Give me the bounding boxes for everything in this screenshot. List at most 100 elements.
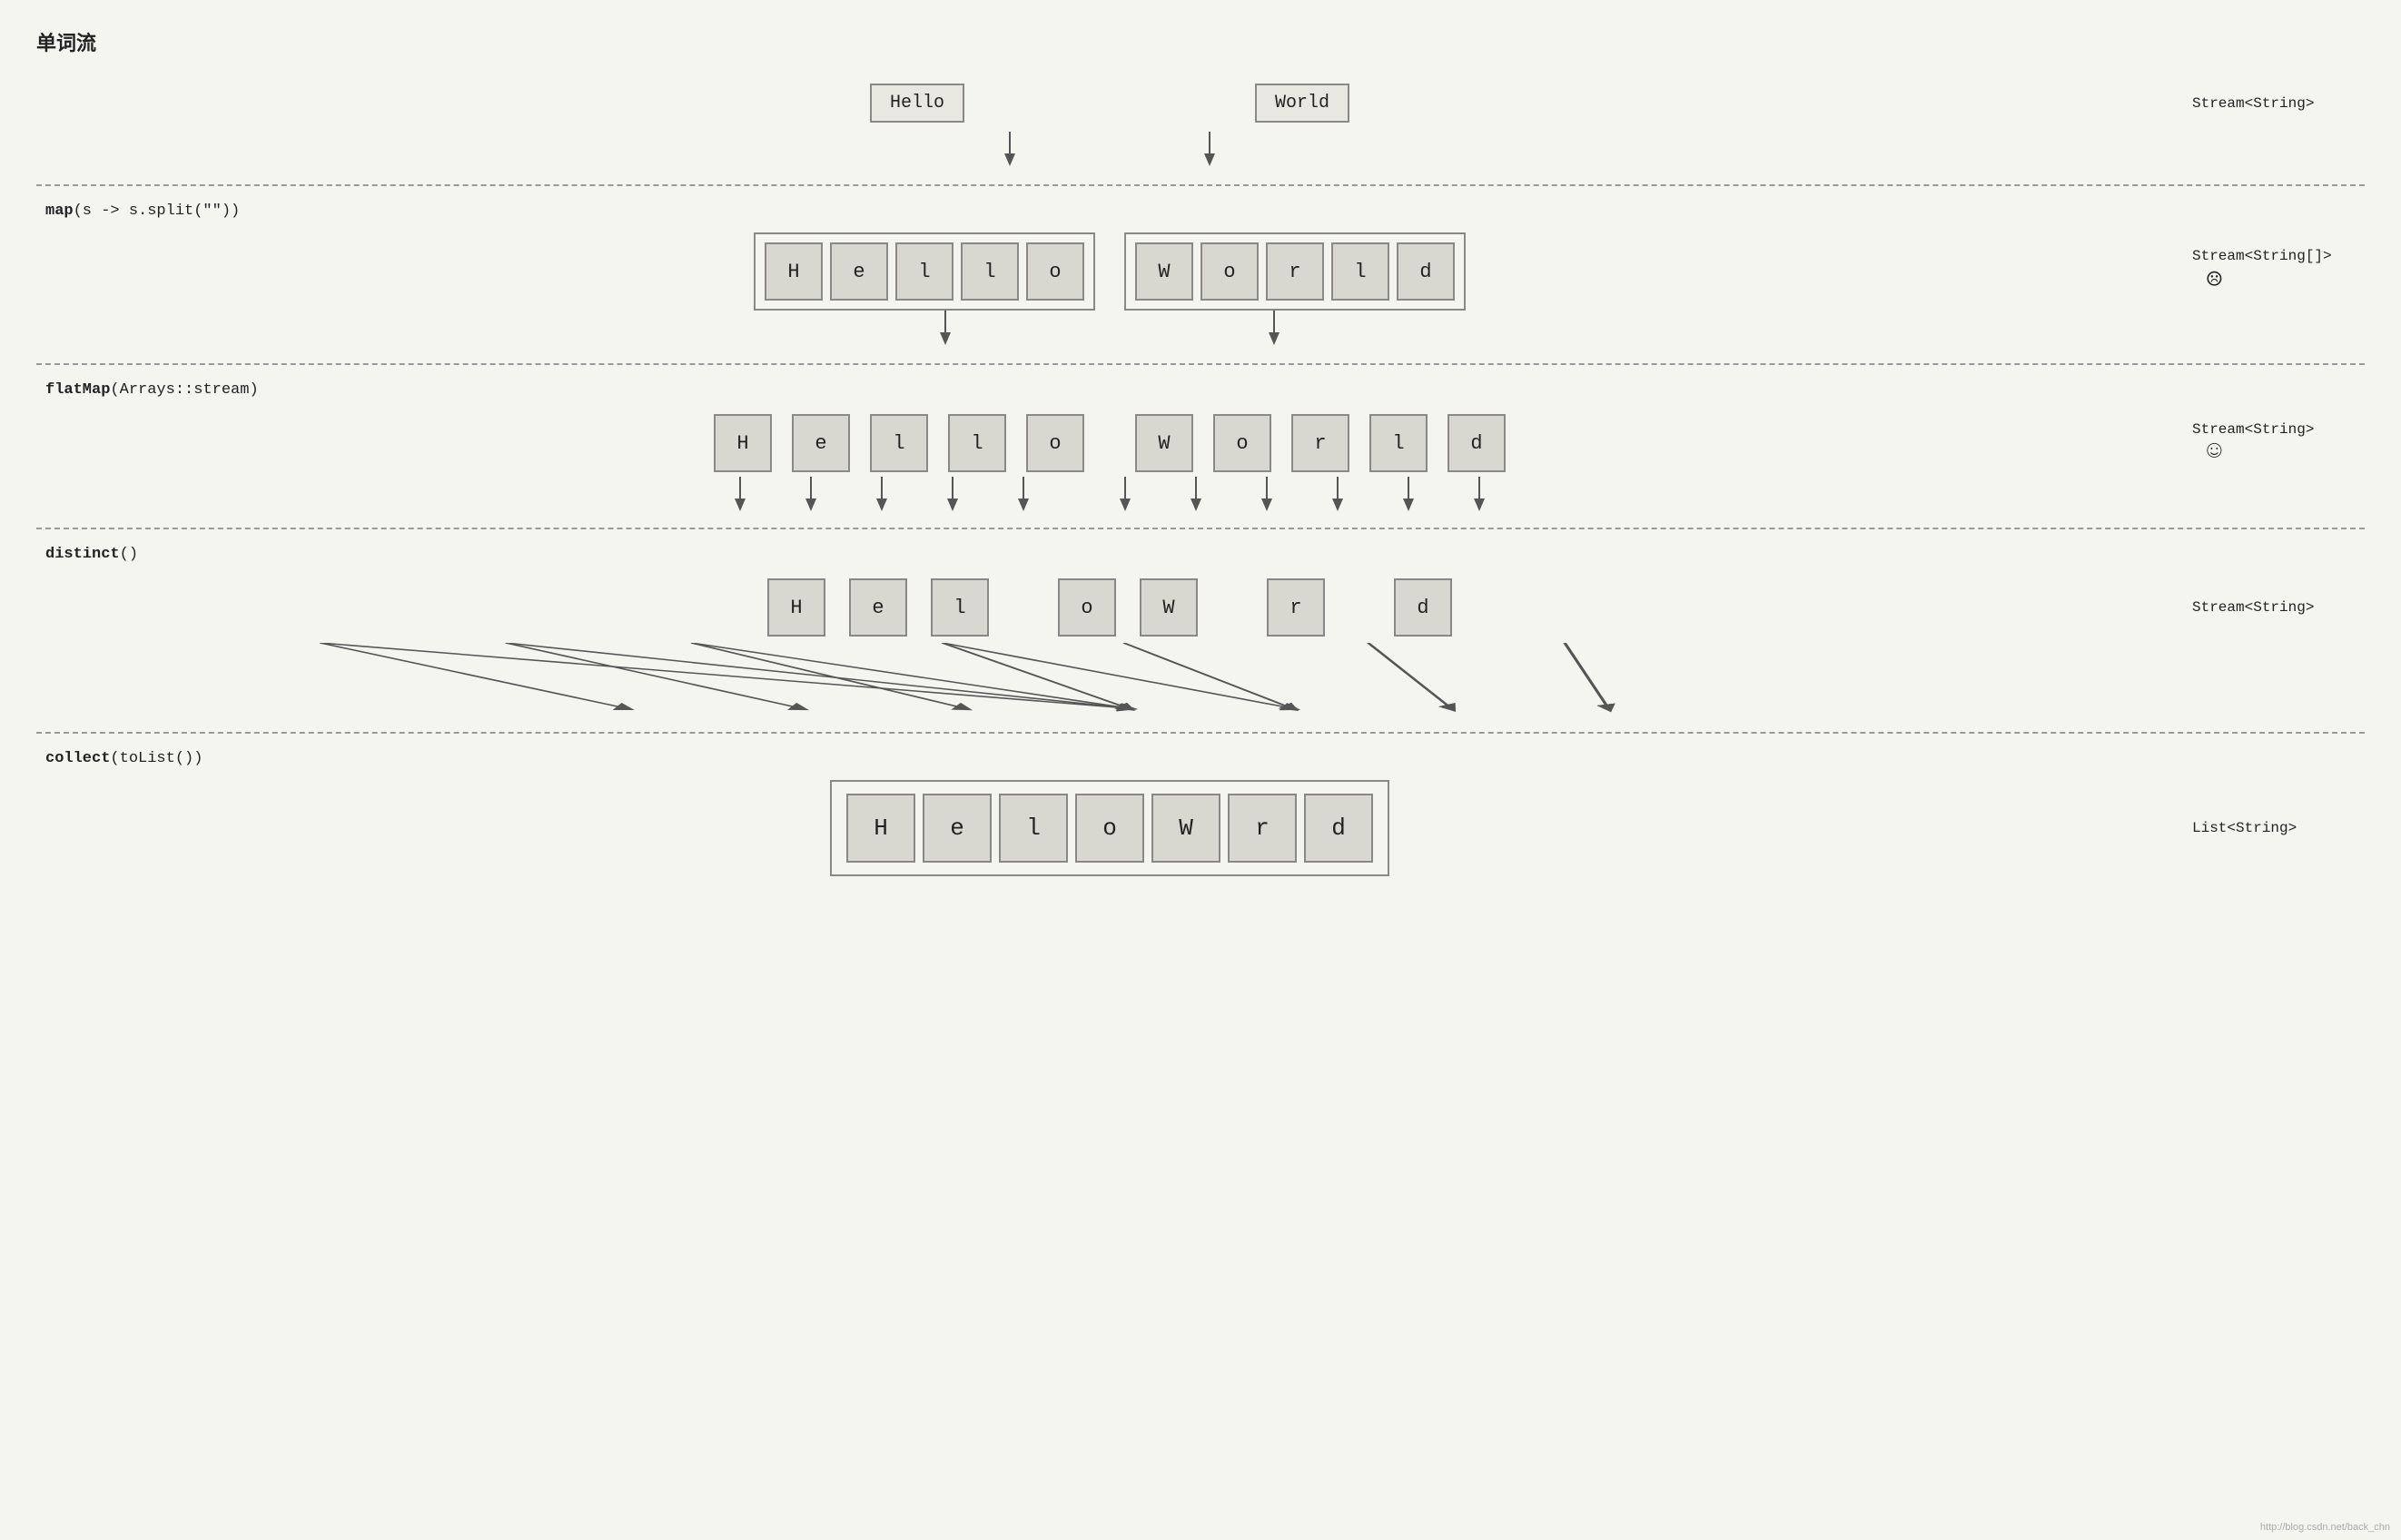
- top-section: Hello World Stream<String>: [36, 74, 2365, 168]
- collect-boxes-row: H e l o W r d List<String>: [36, 780, 2365, 876]
- letter-e-2: e: [792, 414, 850, 472]
- letter-H-2: H: [714, 414, 772, 472]
- flatmap-section: flatMap(Arrays::stream) H e l l o W o r …: [36, 381, 2365, 511]
- top-stream-label: Stream<String>: [2183, 95, 2365, 112]
- letter-d-3: d: [1394, 578, 1452, 637]
- separator-2: [36, 363, 2365, 365]
- map-arrows-content: [36, 311, 2183, 347]
- letter-d-4: d: [1304, 794, 1373, 863]
- letter-o-6: o: [1075, 794, 1144, 863]
- letter-o-1: o: [1026, 242, 1084, 301]
- letter-l-2: l: [961, 242, 1019, 301]
- map-args: (s -> s.split("")): [74, 202, 241, 220]
- arrow-hello: [983, 132, 1037, 168]
- map-stream-label: Stream<String[]> ☹: [2183, 248, 2365, 296]
- distinct-args: (): [120, 546, 138, 563]
- distinct-arrows-svg: [36, 643, 2001, 716]
- watermark: http://blog.csdn.net/back_chn: [2260, 1522, 2390, 1533]
- fa5: [994, 477, 1052, 511]
- map-boxes-row: H e l l o W o r l d Stream<S: [36, 232, 2365, 311]
- letter-l-1: l: [895, 242, 953, 301]
- top-words-container: Hello World: [36, 74, 2183, 132]
- page-title: 单词流: [36, 27, 2365, 56]
- arrow-world-2: [1247, 311, 1301, 347]
- separator-4: [36, 732, 2365, 734]
- letter-d-1: d: [1397, 242, 1455, 301]
- separator-3: [36, 528, 2365, 529]
- flatmap-arrows-row: [36, 475, 2365, 511]
- letter-H-1: H: [765, 242, 823, 301]
- flatmap-operation: flatMap(Arrays::stream): [45, 381, 2365, 399]
- world-group-box: W o r l d: [1124, 232, 1466, 311]
- map-keyword: map: [45, 202, 74, 220]
- letter-l-4: l: [870, 414, 928, 472]
- distinct-content: H e l o W r d: [36, 576, 2183, 639]
- letter-W-4: W: [1151, 794, 1220, 863]
- top-arrows: [983, 132, 1237, 168]
- fa3: [853, 477, 911, 511]
- letter-H-3: H: [767, 578, 825, 637]
- fa10: [1379, 477, 1438, 511]
- distinct-operation: distinct(): [45, 546, 2365, 563]
- fa1: [711, 477, 769, 511]
- letter-o-2: o: [1200, 242, 1259, 301]
- fa8: [1238, 477, 1296, 511]
- distinct-arrows-content: [36, 643, 2183, 716]
- diagram: 单词流 Hello World Stream<String>: [36, 27, 2365, 876]
- fa11: [1450, 477, 1508, 511]
- fa6: [1096, 477, 1154, 511]
- fa9: [1309, 477, 1367, 511]
- distinct-keyword: distinct: [45, 546, 120, 563]
- frown-emoji: ☹: [2207, 264, 2365, 296]
- fa2: [782, 477, 840, 511]
- letter-l-3: l: [1331, 242, 1389, 301]
- letter-r-2: r: [1291, 414, 1349, 472]
- top-arrows-row: [36, 132, 2365, 168]
- letter-r-4: r: [1228, 794, 1297, 863]
- flatmap-content: H e l l o W o r l d: [36, 411, 2183, 475]
- distinct-arrows-row: [36, 643, 2365, 716]
- letter-d-2: d: [1448, 414, 1506, 472]
- collect-operation: collect(toList()): [45, 750, 2365, 767]
- distinct-stream-label: Stream<String>: [2183, 599, 2365, 616]
- flatmap-multi-arrows: [711, 475, 1508, 511]
- letter-l-7: l: [931, 578, 989, 637]
- smile-emoji: ☺: [2207, 438, 2365, 466]
- letter-o-3: o: [1026, 414, 1084, 472]
- letter-o-5: o: [1058, 578, 1116, 637]
- letter-o-4: o: [1213, 414, 1271, 472]
- letter-l-5: l: [948, 414, 1006, 472]
- letter-H-4: H: [846, 794, 915, 863]
- map-content: H e l l o W o r l d: [36, 232, 2183, 311]
- top-arrows-content: [36, 132, 2183, 168]
- letter-W-3: W: [1140, 578, 1198, 637]
- map-section: map(s -> s.split("")) H e l l o W o r: [36, 202, 2365, 347]
- letter-e-1: e: [830, 242, 888, 301]
- flatmap-arrows-content: [36, 475, 2183, 511]
- distinct-section: distinct() H e l o W r d Stream<String>: [36, 546, 2365, 716]
- distinct-boxes-row: H e l o W r d Stream<String>: [36, 576, 2365, 639]
- letter-W-1: W: [1135, 242, 1193, 301]
- hello-word-box: Hello: [870, 84, 964, 123]
- letter-l-6: l: [1369, 414, 1428, 472]
- flatmap-boxes-row: H e l l o W o r l d Stream<String> ☺: [36, 411, 2365, 475]
- flatmap-keyword: flatMap: [45, 381, 110, 399]
- map-arrows: [918, 311, 1301, 347]
- collect-section: collect(toList()) H e l o W r d List<Str…: [36, 750, 2365, 876]
- letter-e-3: e: [849, 578, 907, 637]
- top-row: Hello World Stream<String>: [36, 74, 2365, 132]
- separator-1: [36, 184, 2365, 186]
- letter-W-2: W: [1135, 414, 1193, 472]
- hello-group-box: H e l l o: [754, 232, 1095, 311]
- distinct-letter-boxes: H e l o W r d: [764, 576, 1456, 639]
- collect-outer-box: H e l o W r d: [830, 780, 1389, 876]
- map-arrows-row: [36, 311, 2365, 347]
- flatmap-args: (Arrays::stream): [110, 381, 258, 399]
- arrow-world: [1182, 132, 1237, 168]
- collect-args: (toList()): [110, 750, 203, 767]
- letter-r-1: r: [1266, 242, 1324, 301]
- map-operation: map(s -> s.split("")): [45, 202, 2365, 220]
- fa4: [924, 477, 982, 511]
- fa7: [1167, 477, 1225, 511]
- top-words: Hello World: [797, 74, 1422, 132]
